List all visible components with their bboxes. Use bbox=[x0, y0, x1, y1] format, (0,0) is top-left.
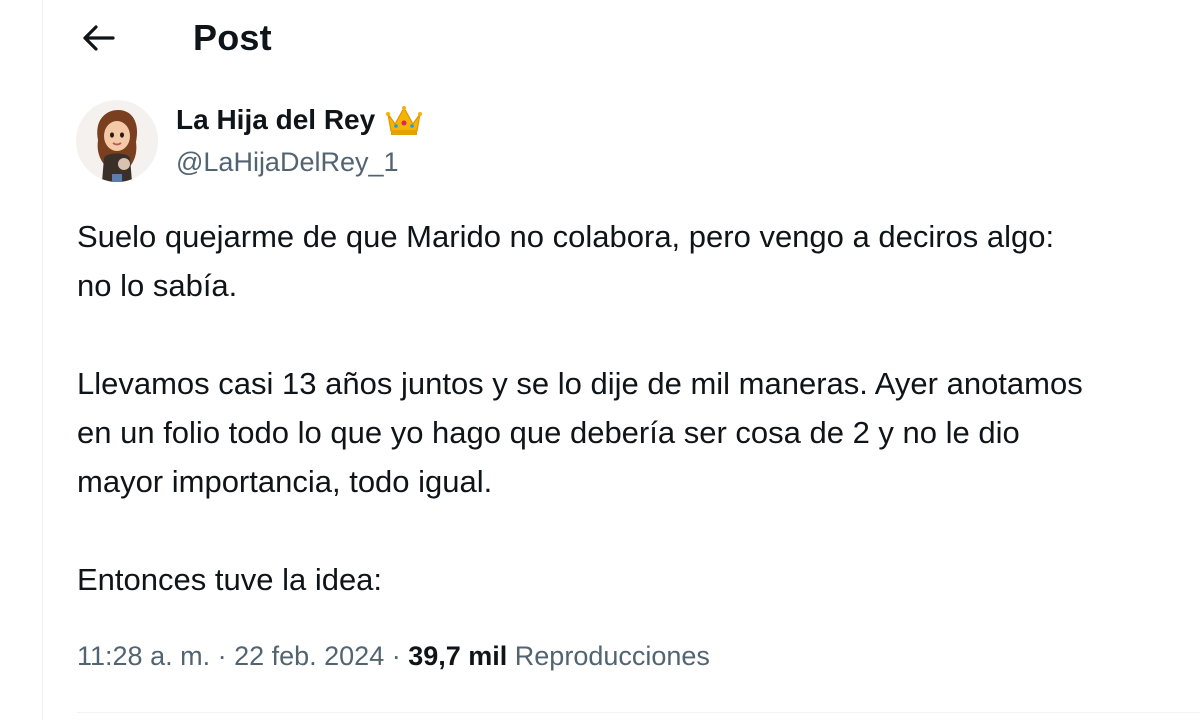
avatar-illustration-icon bbox=[76, 100, 158, 182]
page-title: Post bbox=[193, 17, 272, 58]
user-handle[interactable]: @LaHijaDelRey_1 bbox=[176, 144, 399, 180]
post-paragraph: Llevamos casi 13 años juntos y se lo dij… bbox=[77, 359, 1200, 506]
views-count: 39,7 mil bbox=[408, 641, 508, 671]
meta-separator: · bbox=[384, 641, 409, 671]
back-button[interactable] bbox=[78, 18, 118, 58]
crown-emoji-icon bbox=[385, 104, 423, 136]
meta-separator: · bbox=[210, 641, 235, 671]
arrow-left-icon bbox=[83, 25, 115, 51]
post-meta: 11:28 a. m. · 22 feb. 2024 · 39,7 mil Re… bbox=[77, 636, 710, 676]
display-name[interactable]: La Hija del Rey bbox=[176, 100, 375, 140]
post-line: Suelo quejarme de que Marido no colabora… bbox=[77, 219, 1055, 254]
post-line: Llevamos casi 13 años juntos y se lo dij… bbox=[77, 366, 1083, 401]
post-time[interactable]: 11:28 a. m. bbox=[77, 641, 210, 671]
post-page: Post La Hija del Rey @LaHijaDelRey_1 Sue… bbox=[0, 0, 1200, 720]
post-line: no lo sabía. bbox=[77, 268, 238, 303]
post-text: Suelo quejarme de que Marido no colabora… bbox=[77, 212, 1200, 604]
divider bbox=[77, 712, 1200, 713]
avatar[interactable] bbox=[76, 100, 158, 182]
post-line: mayor importancia, todo igual. bbox=[77, 464, 493, 499]
views-label: Reproducciones bbox=[514, 641, 710, 671]
post-paragraph: Entonces tuve la idea: bbox=[77, 555, 1200, 604]
post-line: Entonces tuve la idea: bbox=[77, 562, 383, 597]
post-paragraph: Suelo quejarme de que Marido no colabora… bbox=[77, 212, 1200, 310]
post-header: Post bbox=[43, 0, 1200, 80]
post-line: en un folio todo lo que yo hago que debe… bbox=[77, 415, 1020, 450]
column-divider bbox=[42, 0, 43, 720]
post-date[interactable]: 22 feb. 2024 bbox=[234, 641, 384, 671]
display-name-row: La Hija del Rey bbox=[176, 100, 423, 140]
